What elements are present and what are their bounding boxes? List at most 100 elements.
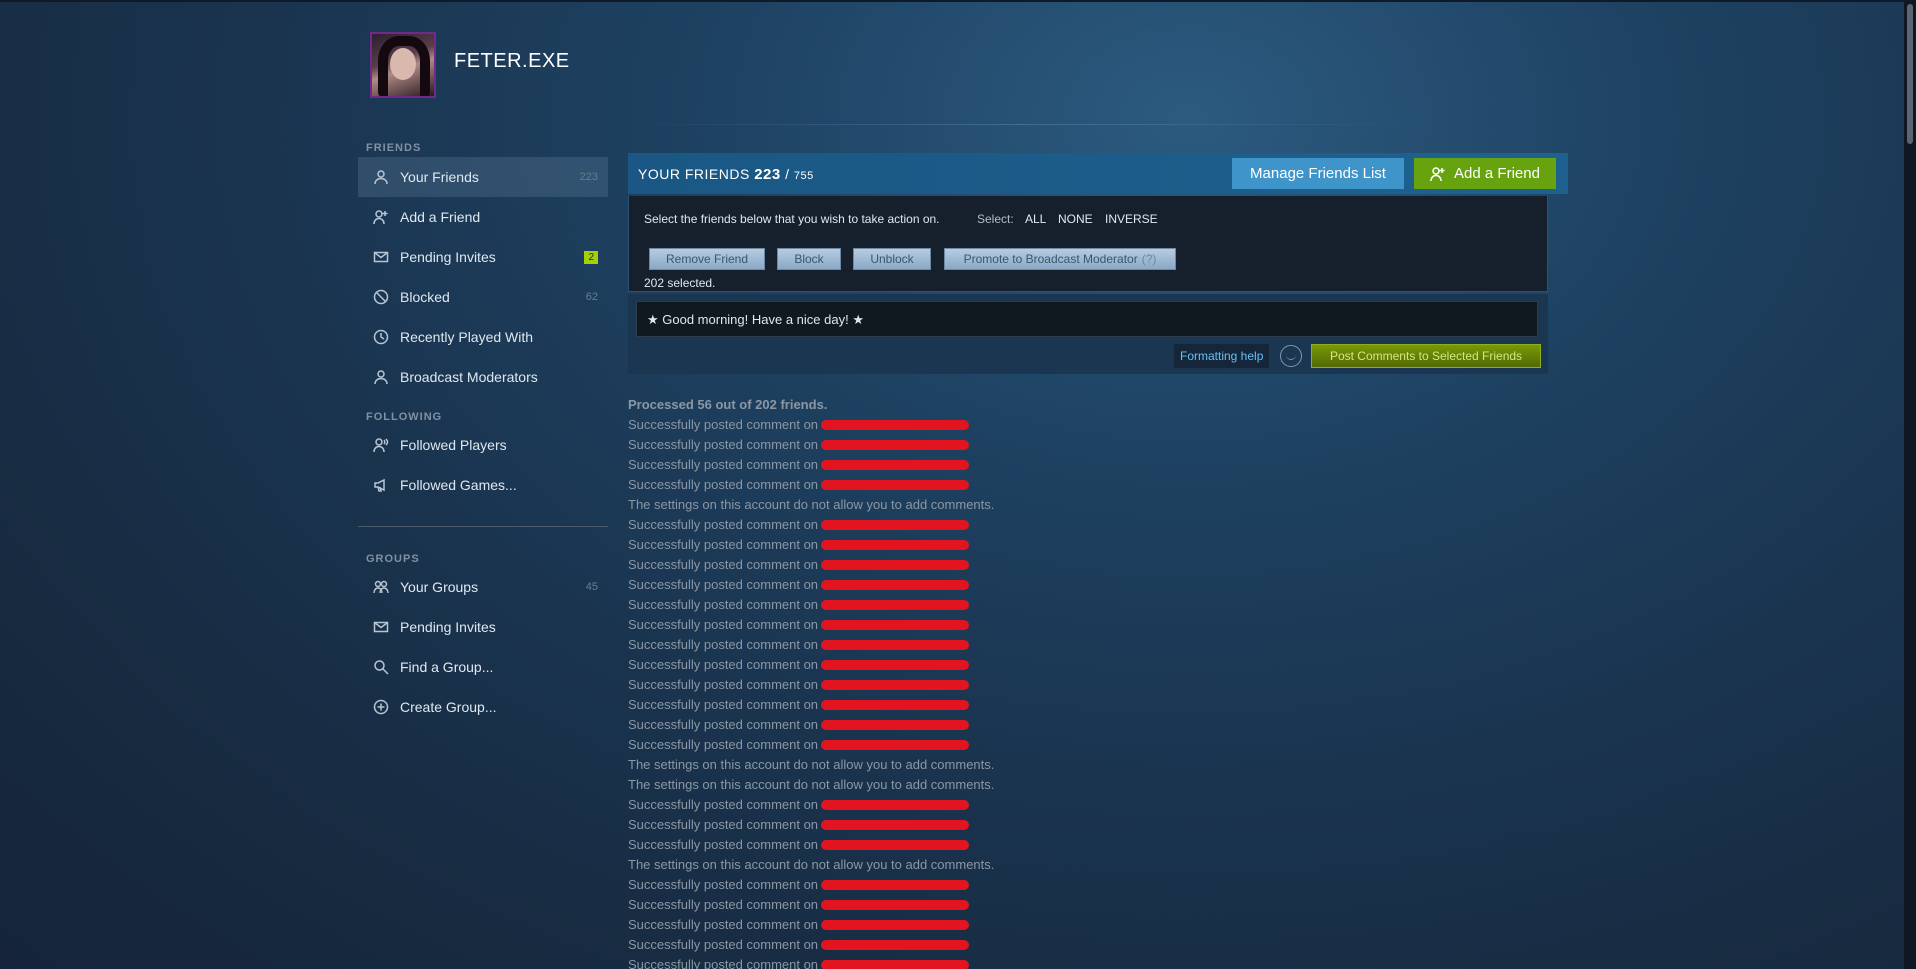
log-line-text: Successfully posted comment on [628, 537, 819, 552]
log-line-text: Successfully posted comment on [628, 817, 819, 832]
sidebar-item-recently-played[interactable]: Recently Played With [358, 317, 608, 357]
log-line: The settings on this account do not allo… [628, 775, 1328, 795]
profile-avatar[interactable] [370, 32, 436, 98]
sidebar-item-followed-games[interactable]: Followed Games... [358, 465, 608, 505]
log-line-text: Successfully posted comment on [628, 557, 819, 572]
selected-count: 202 selected. [644, 276, 716, 290]
blocked-icon [366, 289, 396, 305]
redacted-steamid [821, 619, 970, 630]
page-scrollbar[interactable] [1904, 0, 1916, 969]
sidebar-item-label: Find a Group... [400, 659, 494, 675]
log-line-text: Successfully posted comment on [628, 417, 819, 432]
log-line: Successfully posted comment on [628, 475, 1328, 495]
sidebar-item-followed-players[interactable]: Followed Players [358, 425, 608, 465]
sidebar-item-your-friends[interactable]: Your Friends 223 [358, 157, 608, 197]
sidebar-item-label: Followed Games... [400, 477, 517, 493]
profile-username[interactable]: FETER.EXE [454, 50, 570, 73]
envelope-icon [366, 619, 396, 635]
log-line-text: Successfully posted comment on [628, 897, 819, 912]
sidebar-section-following: FOLLOWING [366, 411, 443, 423]
emoticon-mouth [1286, 355, 1296, 360]
top-border [0, 0, 1916, 2]
log-line: Successfully posted comment on [628, 875, 1328, 895]
sidebar-item-broadcast-moderators[interactable]: Broadcast Moderators [358, 357, 608, 397]
processed-status: Processed 56 out of 202 friends. [628, 397, 828, 412]
log-line-text: Successfully posted comment on [628, 717, 819, 732]
log-line-text: Successfully posted comment on [628, 877, 819, 892]
blocked-count: 62 [585, 291, 598, 303]
log-line: Successfully posted comment on [628, 915, 1328, 935]
sidebar-item-your-groups[interactable]: Your Groups 45 [358, 567, 608, 607]
log-line-text: Successfully posted comment on [628, 937, 819, 952]
redacted-steamid [821, 899, 970, 910]
select-all-link[interactable]: ALL [1025, 212, 1046, 226]
sidebar-item-label: Your Friends [400, 169, 479, 185]
sidebar-item-blocked[interactable]: Blocked 62 [358, 277, 608, 317]
redacted-steamid [821, 799, 970, 810]
log-line: The settings on this account do not allo… [628, 495, 1328, 515]
sidebar-item-label: Followed Players [400, 437, 507, 453]
friends-header-title: YOUR FRIENDS 223 / 755 [638, 166, 814, 183]
header-divider [620, 124, 1420, 125]
redacted-steamid [821, 539, 970, 550]
log-line: Successfully posted comment on [628, 835, 1328, 855]
sidebar-item-label: Create Group... [400, 699, 497, 715]
manage-friends-list-button[interactable]: Manage Friends List [1232, 158, 1404, 189]
redacted-steamid [821, 939, 970, 950]
block-button[interactable]: Block [777, 248, 841, 270]
pending-invites-badge: 2 [584, 250, 598, 264]
log-line-text: Successfully posted comment on [628, 697, 819, 712]
log-line: Successfully posted comment on [628, 715, 1328, 735]
log-line-text: Successfully posted comment on [628, 457, 819, 472]
redacted-steamid [821, 699, 970, 710]
clock-icon [366, 329, 396, 345]
log-line: Successfully posted comment on [628, 615, 1328, 635]
log-line: Successfully posted comment on [628, 675, 1328, 695]
log-line: The settings on this account do not allo… [628, 855, 1328, 875]
groups-count: 45 [585, 581, 598, 593]
comment-log: Processed 56 out of 202 friends. Success… [628, 395, 1328, 969]
log-line-text: Successfully posted comment on [628, 617, 819, 632]
log-line: Successfully posted comment on [628, 635, 1328, 655]
redacted-steamid [821, 639, 970, 650]
remove-friend-button[interactable]: Remove Friend [649, 248, 765, 270]
redacted-steamid [821, 559, 970, 570]
sidebar-item-label: Blocked [400, 289, 450, 305]
scrollbar-thumb[interactable] [1907, 4, 1913, 144]
sidebar-item-pending-invites[interactable]: Pending Invites 2 [358, 237, 608, 277]
add-friend-label: Add a Friend [1454, 165, 1540, 182]
log-line-text: Successfully posted comment on [628, 517, 819, 532]
group-icon [366, 579, 396, 595]
redacted-steamid [821, 819, 970, 830]
select-inverse-link[interactable]: INVERSE [1105, 212, 1158, 226]
sidebar-item-create-group[interactable]: Create Group... [358, 687, 608, 727]
formatting-help-link[interactable]: Formatting help [1174, 344, 1270, 368]
sidebar-item-group-pending-invites[interactable]: Pending Invites [358, 607, 608, 647]
log-line: Successfully posted comment on [628, 895, 1328, 915]
add-friend-button[interactable]: Add a Friend [1414, 158, 1556, 189]
log-line: Successfully posted comment on [628, 455, 1328, 475]
log-line-text: Successfully posted comment on [628, 657, 819, 672]
sidebar-item-add-friend[interactable]: Add a Friend [358, 197, 608, 237]
select-none-link[interactable]: NONE [1058, 212, 1093, 226]
megaphone-icon [366, 477, 396, 493]
log-line-text: Successfully posted comment on [628, 957, 819, 969]
friends-title-text: YOUR FRIENDS [638, 166, 750, 182]
log-line: Successfully posted comment on [628, 415, 1328, 435]
friends-title-total: 755 [793, 170, 814, 182]
log-line-text: The settings on this account do not allo… [628, 777, 995, 792]
comment-textarea[interactable]: ★ Good morning! Have a nice day! ★ [636, 301, 1538, 337]
friends-title-separator: / [785, 166, 790, 182]
emoticon-icon[interactable] [1280, 345, 1302, 367]
sidebar-item-find-group[interactable]: Find a Group... [358, 647, 608, 687]
post-comments-button[interactable]: Post Comments to Selected Friends [1311, 344, 1541, 368]
log-line: Successfully posted comment on [628, 575, 1328, 595]
unblock-button[interactable]: Unblock [853, 248, 931, 270]
log-line-text: Successfully posted comment on [628, 917, 819, 932]
redacted-steamid [821, 679, 970, 690]
promote-moderator-button[interactable]: Promote to Broadcast Moderator (?) [944, 248, 1176, 270]
redacted-steamid [821, 579, 970, 590]
sidebar-item-label: Broadcast Moderators [400, 369, 538, 385]
redacted-steamid [821, 459, 970, 470]
redacted-steamid [821, 739, 970, 750]
